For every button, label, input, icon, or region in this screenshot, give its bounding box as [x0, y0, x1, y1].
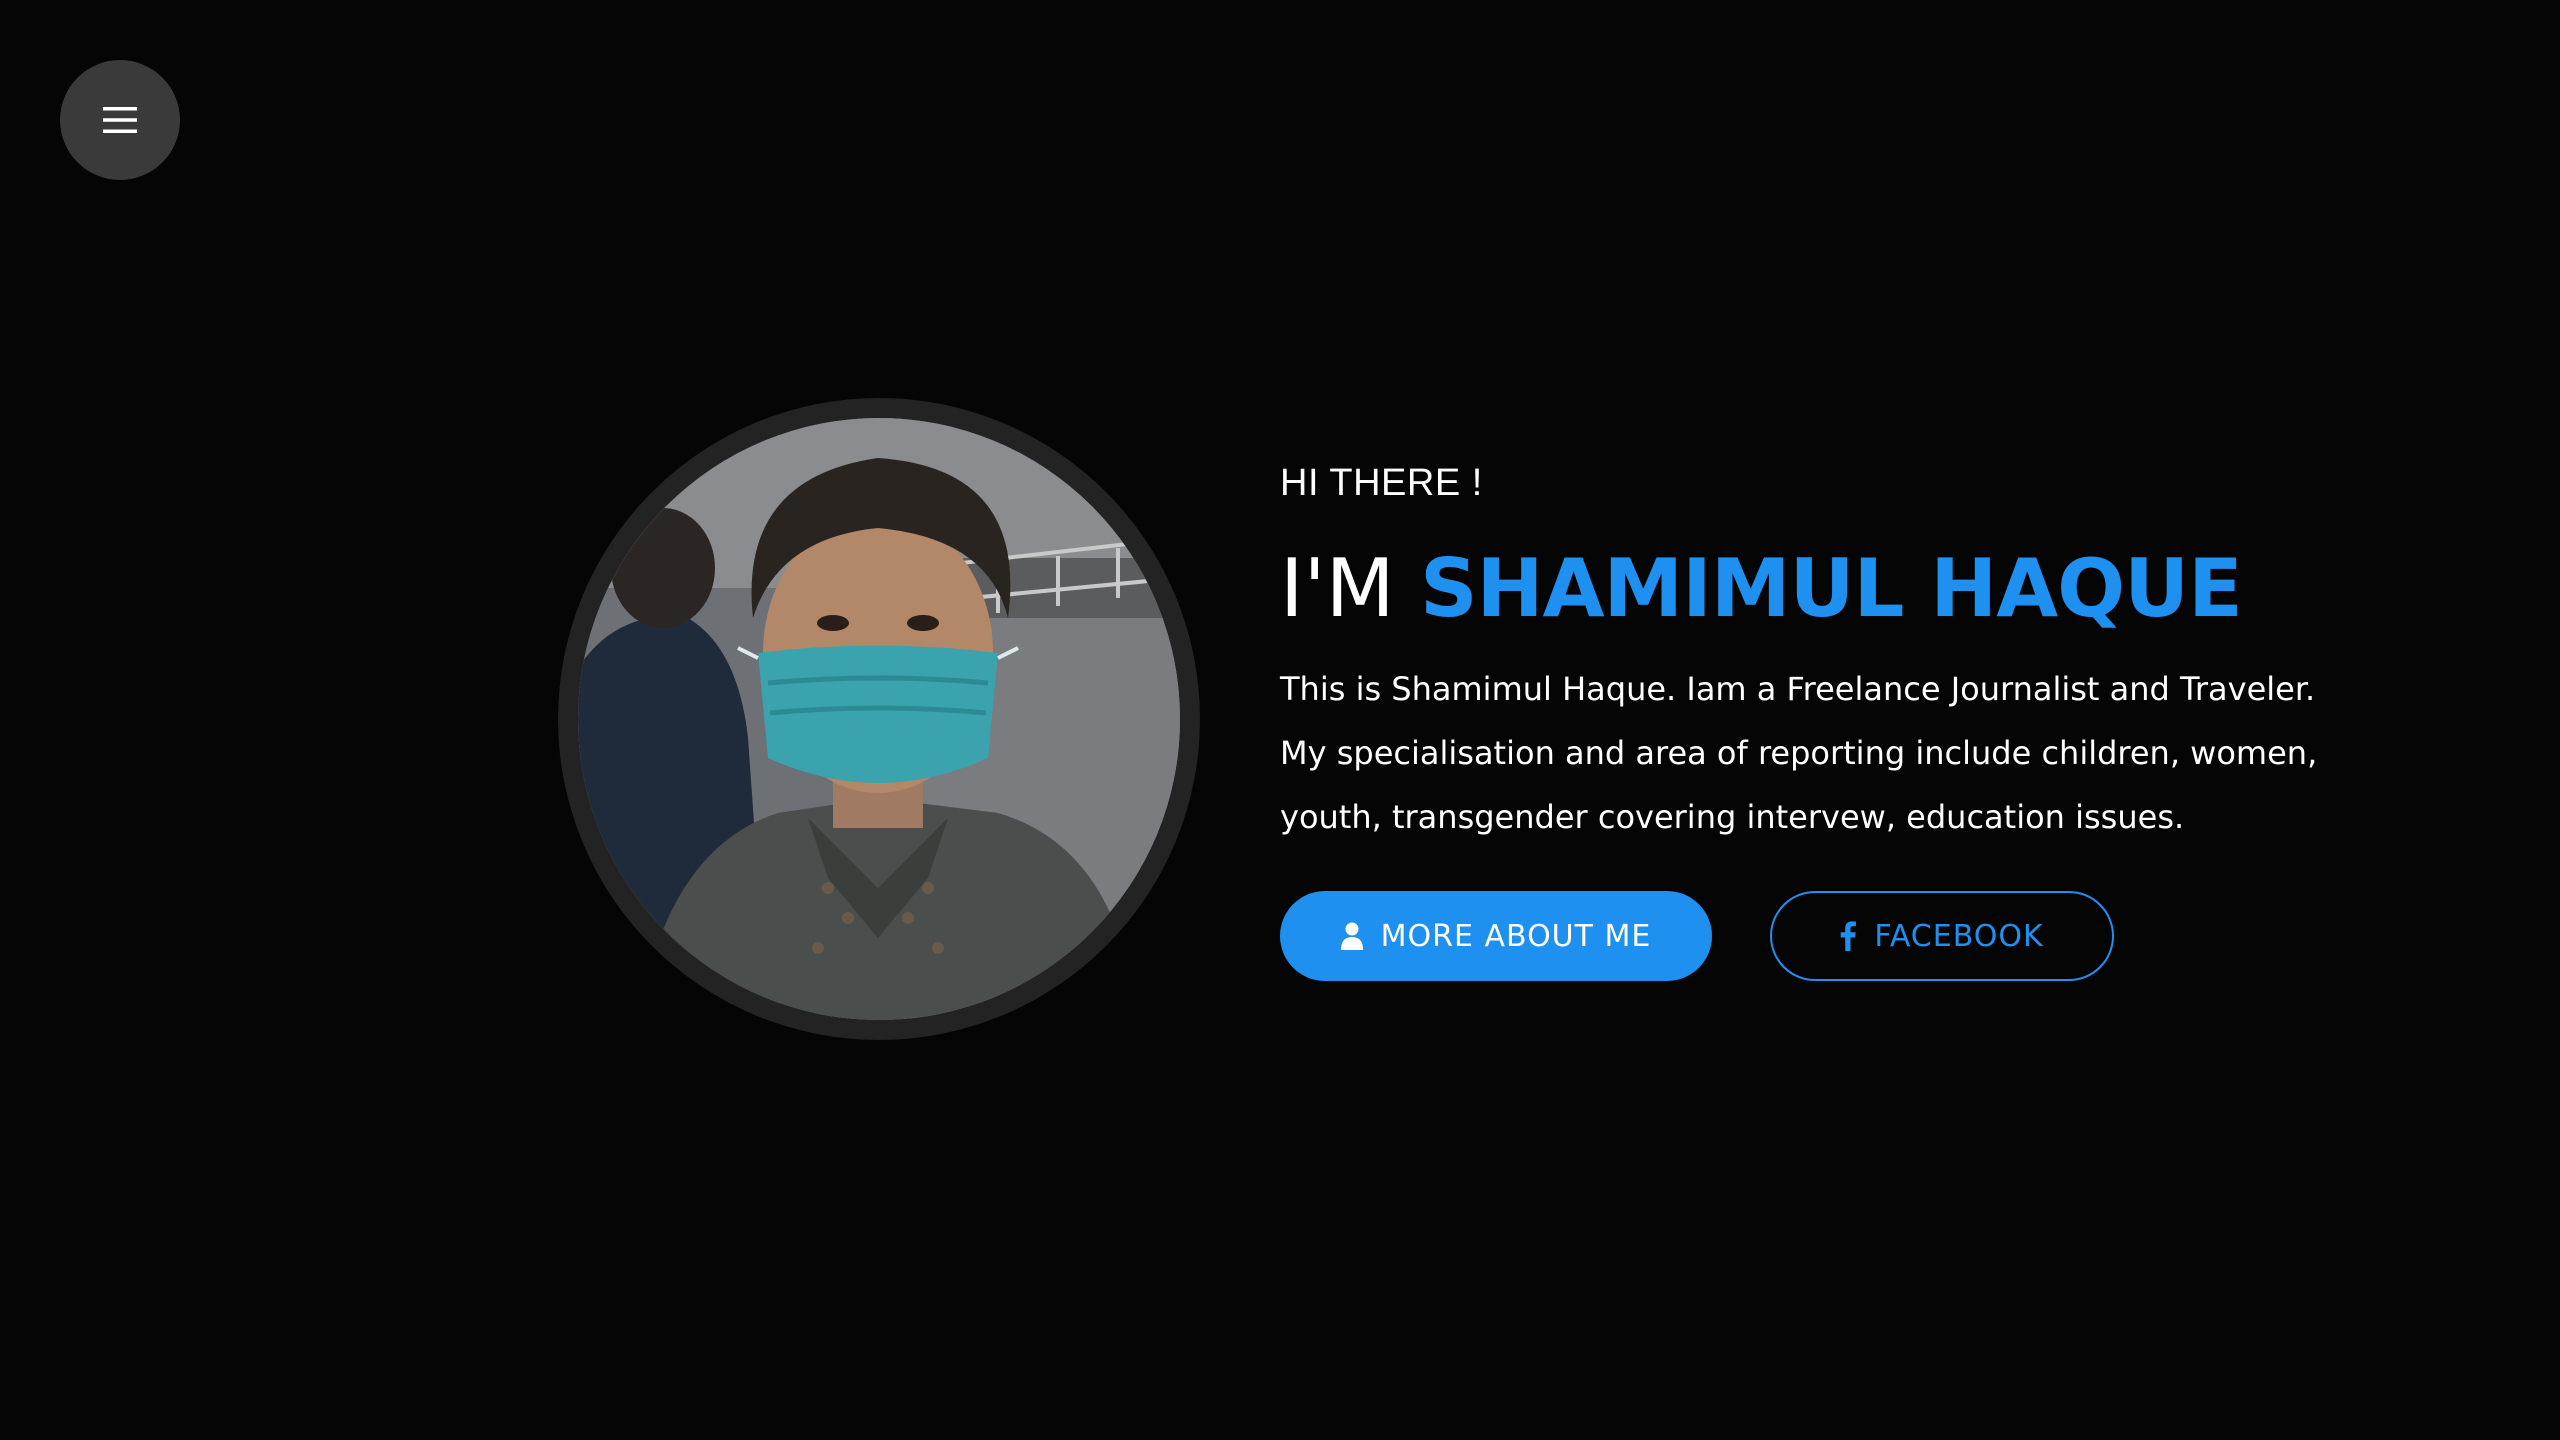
hamburger-menu-icon — [103, 107, 137, 133]
more-about-me-label: MORE ABOUT ME — [1380, 918, 1652, 954]
user-icon — [1340, 922, 1363, 950]
facebook-icon — [1841, 921, 1857, 951]
facebook-button[interactable]: FACEBOOK — [1770, 891, 2114, 981]
person-name: SHAMIMUL HAQUE — [1420, 542, 2243, 635]
profile-photo — [578, 418, 1180, 1020]
hero-page: HI THERE ! I'M SHAMIMUL HAQUE This is Sh… — [0, 0, 2560, 1440]
headline-prefix: I'M — [1280, 542, 1395, 635]
intro-section: HI THERE ! I'M SHAMIMUL HAQUE This is Sh… — [1280, 455, 2330, 981]
greeting-text: HI THERE ! — [1280, 462, 1483, 504]
menu-toggle-button[interactable] — [60, 60, 180, 180]
headline: I'M SHAMIMUL HAQUE — [1280, 539, 2330, 639]
action-buttons: MORE ABOUT ME FACEBOOK — [1280, 891, 2330, 981]
profile-photo-frame — [558, 398, 1200, 1040]
bio-text: This is Shamimul Haque. Iam a Freelance … — [1280, 670, 2318, 836]
more-about-me-button[interactable]: MORE ABOUT ME — [1280, 891, 1712, 981]
facebook-label: FACEBOOK — [1874, 918, 2044, 954]
